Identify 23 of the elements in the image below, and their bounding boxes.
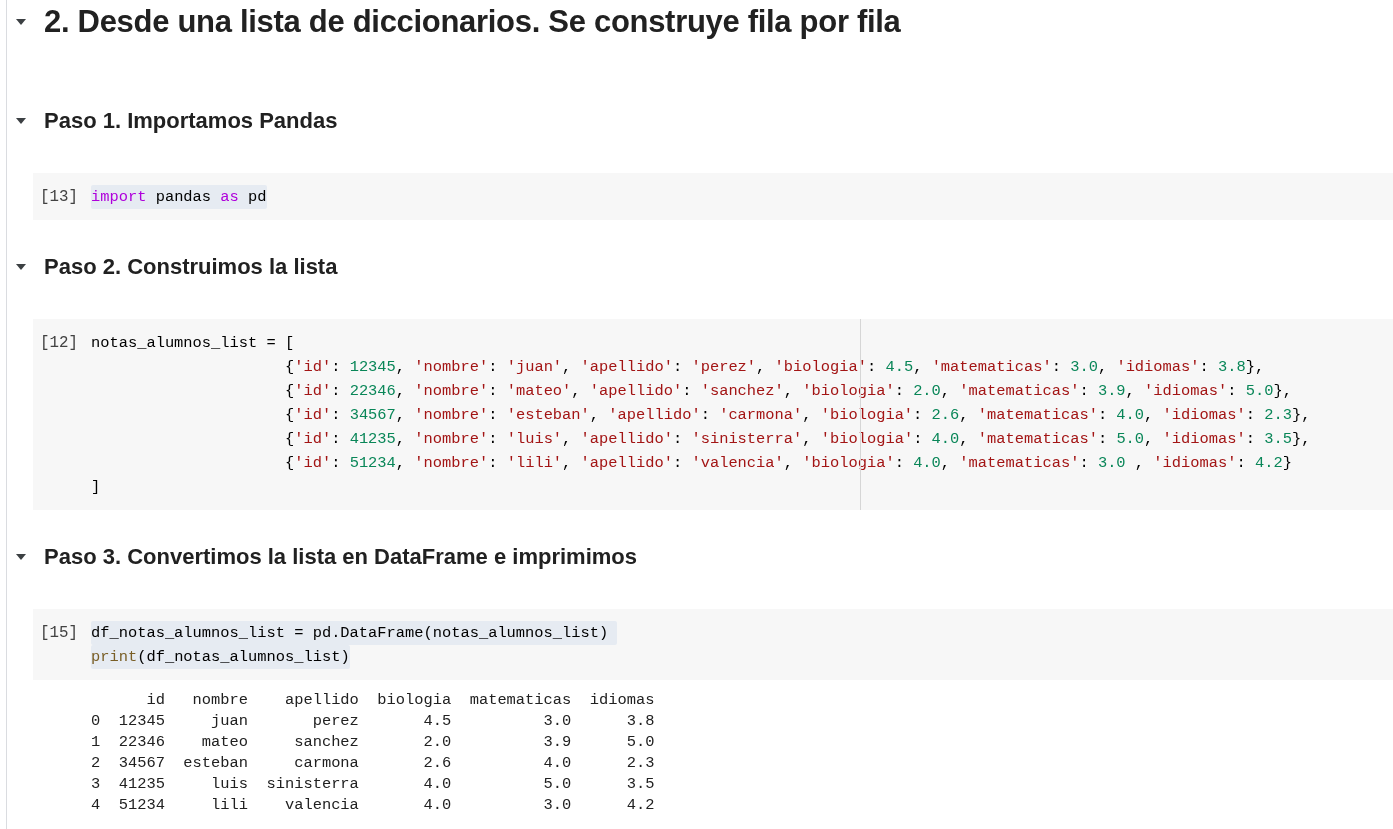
output-line: 2 34567 esteban carmona 2.6 4.0 2.3 [91,753,655,774]
step-heading: Paso 3. Convertimos la lista en DataFrame e imprimimos [44,543,637,571]
step-heading: Paso 2. Construimos la lista [44,253,338,281]
section-title: 2. Desde una lista de diccionarios. Se construye fila por fila [44,4,901,40]
output-line: id nombre apellido biologia matematicas idiomas [145,690,655,711]
code-line: {'id': 34567, 'nombre': 'esteban', 'apellido': 'carmona', 'biologia': 2.6, 'matematicas': 4.0, 'idiomas': 2.3}, [283,405,1311,426]
code-line: {'id': 22346, 'nombre': 'mateo', 'apellido': 'sanchez', 'biologia': 2.0, 'matematicas': 3.9, 'idiomas': 5.0}, [283,381,1292,402]
output-line: 4 51234 lili valencia 4.0 3.0 4.2 [91,795,655,816]
code-cell[interactable] [33,319,1393,510]
execution-count: [15] [39,623,79,644]
output-line: 3 41235 luis sinisterra 4.0 5.0 3.5 [91,774,655,795]
output-line: 0 12345 juan perez 4.5 3.0 3.8 [91,711,655,732]
code-line: {'id': 41235, 'nombre': 'luis', 'apellido': 'sinisterra', 'biologia': 4.0, 'matematicas': 5.0, 'idiomas': 3.5}, [283,429,1311,450]
code-cell[interactable]: [15] df_notas_alumnos_list = pd.DataFrame(notas_alumnos_list) print(df_notas_alumnos_list) [33,609,1393,680]
code-line: {'id': 12345, 'nombre': 'juan', 'apellido': 'perez', 'biologia': 4.5, 'matematicas': 3.0, 'idiomas': 3.8}, [283,357,1265,378]
execution-count: [13] [39,187,79,208]
code-cell[interactable]: [13] import pandas as pd [33,173,1393,220]
output-line: 1 22346 mateo sanchez 2.0 3.9 5.0 [91,732,655,753]
step-heading: Paso 1. Importamos Pandas [44,107,338,135]
code-line: notas_alumnos_list = [ [91,333,295,354]
execution-count: [12] [39,333,79,354]
code-line: {'id': 51234, 'nombre': 'lili', 'apellido': 'valencia', 'biologia': 4.0, 'matematicas': 3.0 , 'idiomas': 4.2} [283,453,1292,474]
code-line: ] [91,477,101,498]
